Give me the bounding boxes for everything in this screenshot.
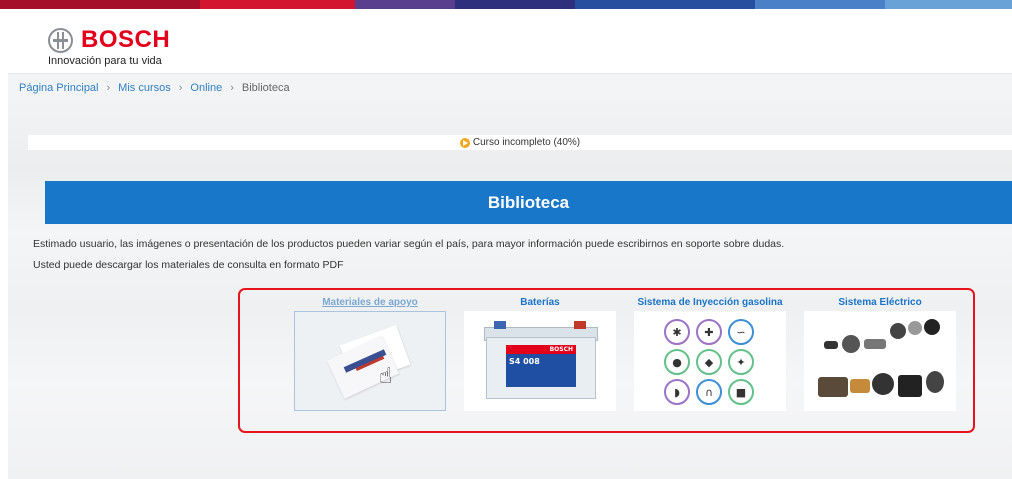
- breadcrumb-separator: ›: [106, 81, 111, 94]
- brand-name: BOSCH: [81, 26, 171, 53]
- bosch-armature-icon: [48, 27, 73, 53]
- breadcrumb-current: Biblioteca: [241, 81, 290, 94]
- bosch-logo[interactable]: BOSCH: [48, 26, 170, 54]
- category-materiales-de-apoyo[interactable]: Materiales de apoyo ☝: [294, 296, 446, 411]
- breadcrumb-online[interactable]: Online: [190, 82, 222, 94]
- play-circle-icon: [459, 137, 470, 148]
- sensors-image[interactable]: ✱ ✚ ∽ ● ◆ ✦ ◗ ∩ ■: [634, 311, 786, 411]
- brand-tagline: Innovación para tu vida: [48, 55, 162, 67]
- category-title[interactable]: Baterías: [464, 296, 616, 311]
- page-title: Biblioteca: [487, 192, 570, 212]
- intro-download-note: Usted puede descargar los materiales de …: [33, 259, 344, 271]
- documents-image[interactable]: ☝: [294, 311, 446, 411]
- category-title[interactable]: Materiales de apoyo: [294, 296, 446, 311]
- category-title[interactable]: Sistema de Inyección gasolina: [634, 296, 786, 311]
- battery-model: S4 008: [509, 357, 540, 366]
- hand-pointer-icon: ☝: [379, 364, 393, 389]
- breadcrumb-home[interactable]: Página Principal: [19, 82, 99, 94]
- category-baterias[interactable]: Baterías BOSCH S4 008: [464, 296, 616, 411]
- page-title-banner: Biblioteca: [45, 181, 1012, 224]
- category-sistema-electrico[interactable]: Sistema Eléctrico: [804, 296, 956, 411]
- breadcrumb-separator: ›: [178, 81, 183, 94]
- breadcrumb-separator: ›: [230, 81, 234, 94]
- course-progress: Curso incompleto (40%): [28, 135, 1012, 150]
- brand-color-band: [0, 0, 1012, 9]
- progress-label: Curso incompleto (40%): [472, 137, 581, 148]
- breadcrumb-mis-cursos[interactable]: Mis cursos: [118, 82, 171, 94]
- battery-image[interactable]: BOSCH S4 008: [464, 311, 616, 411]
- intro-notice: Estimado usuario, las imágenes o present…: [33, 238, 785, 250]
- breadcrumb: Página Principal › Mis cursos › Online ›…: [8, 73, 1012, 101]
- category-title[interactable]: Sistema Eléctrico: [804, 296, 956, 311]
- starter-motor-parts-image[interactable]: [804, 311, 956, 411]
- category-inyeccion-gasolina[interactable]: Sistema de Inyección gasolina ✱ ✚ ∽ ● ◆ ✦ ◗ ∩…: [634, 296, 786, 411]
